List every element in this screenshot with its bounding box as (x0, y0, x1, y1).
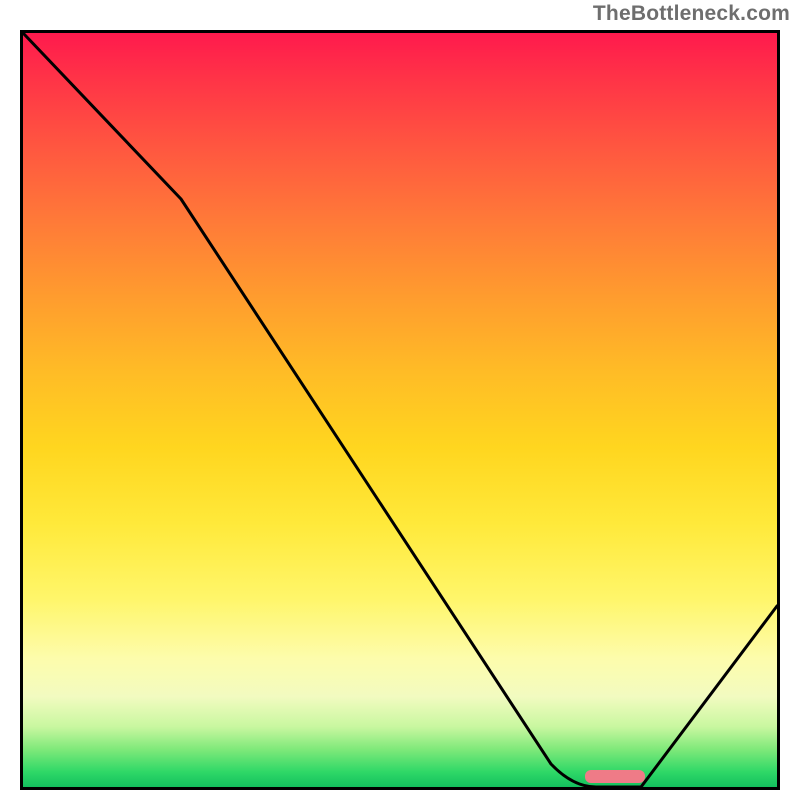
chart-container: TheBottleneck.com (0, 0, 800, 800)
curve-path (23, 33, 777, 787)
plot-area (20, 30, 780, 790)
curve-line (23, 33, 777, 787)
watermark-text: TheBottleneck.com (593, 2, 790, 26)
